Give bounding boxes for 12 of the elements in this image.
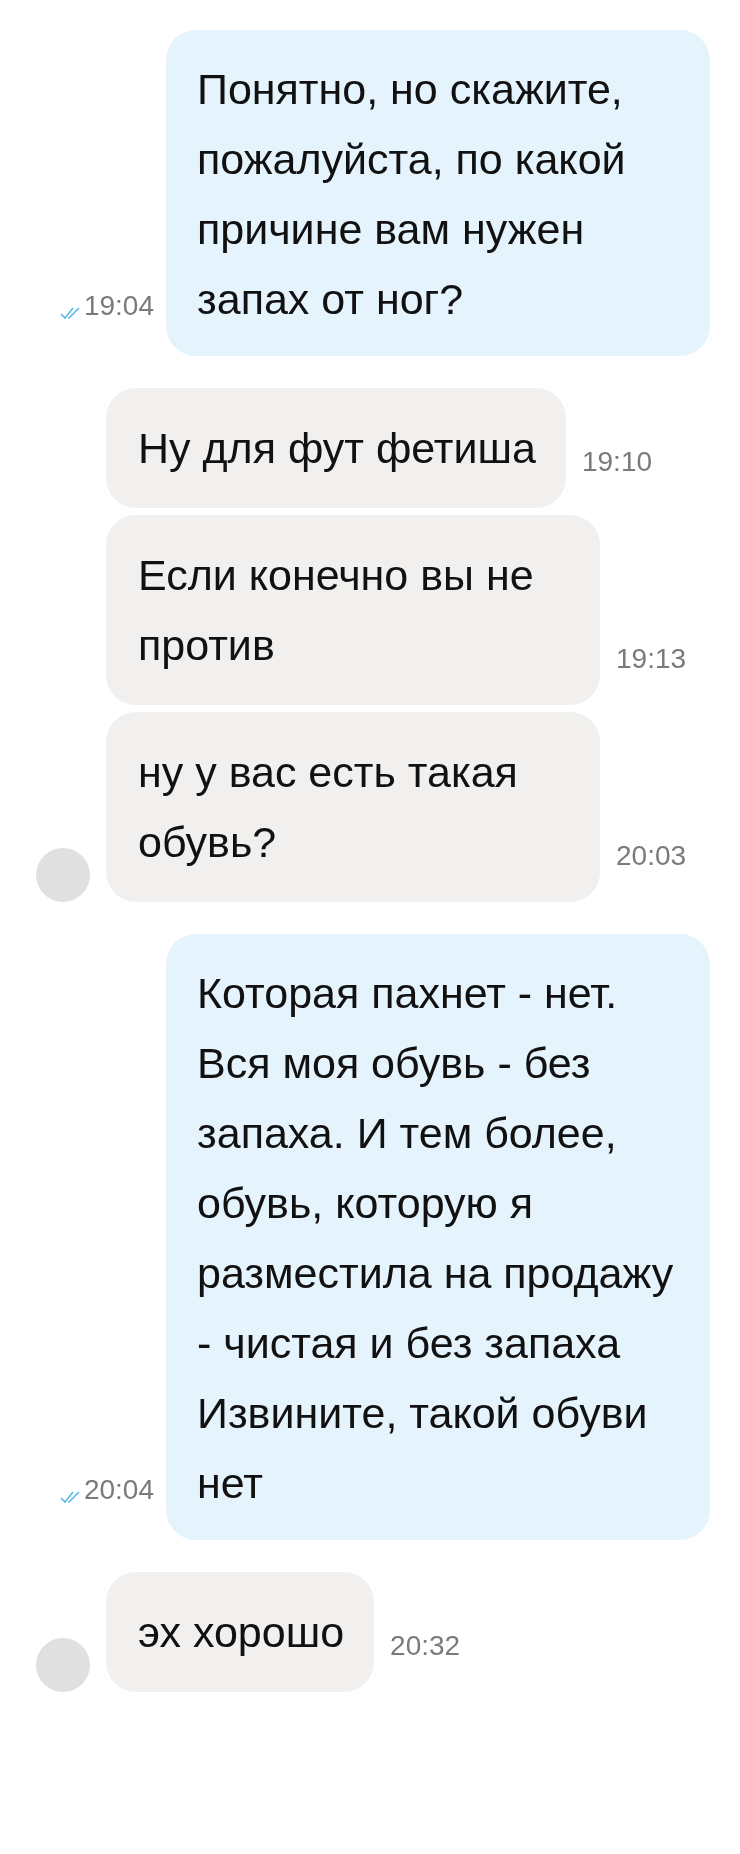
message-bubble: Понятно, но скажите, пожалуйста, по какой причине вам нужен запах от ног? [166, 30, 710, 356]
message-time: 20:04 [83, 1474, 154, 1506]
message-bubble: Если конечно вы не против [106, 515, 600, 705]
message-time: 19:10 [581, 446, 653, 478]
message-bubble: Ну для фут фетиша [106, 388, 566, 508]
message-bubble: Которая пахнет - нет. Вся моя обувь - без запаха. И тем более, обувь, которую я разместила на продажу - чистая и без запаха Извините, такой обуви нет [166, 934, 710, 1540]
message-time: 20:03 [616, 840, 687, 872]
message-time: 19:04 [83, 290, 154, 322]
message-time: 20:32 [390, 1630, 461, 1662]
message-bubble: ну у вас есть такая обувь? [106, 712, 600, 902]
message-bubble: эх хорошо [106, 1572, 375, 1692]
message-time: 19:13 [616, 643, 687, 675]
